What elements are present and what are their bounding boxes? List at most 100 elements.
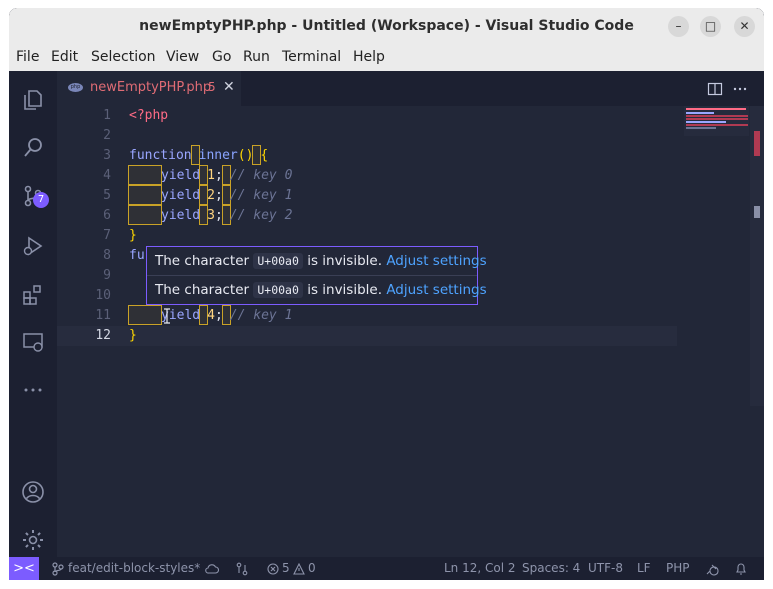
code-line: 1 <?php (57, 106, 677, 126)
comment: // key 0 (229, 168, 293, 183)
maximize-button[interactable]: □ (700, 16, 721, 37)
invisible-char-highlight (128, 305, 162, 325)
code-line: 5 yield 2; // key 1 (57, 185, 677, 206)
comment: // key 2 (229, 208, 293, 223)
code-line: 3 function inner() { (57, 145, 677, 166)
indentation[interactable]: Spaces: 4 (522, 561, 580, 575)
invisible-char-highlight (190, 145, 200, 165)
extensions-icon[interactable] (21, 283, 45, 307)
git-branch[interactable]: feat/edit-block-styles* (68, 561, 200, 575)
line-number: 8 (103, 248, 111, 263)
keyword-yield: yield (161, 208, 201, 223)
line-number: 10 (95, 288, 111, 303)
menu-selection[interactable]: Selection (91, 49, 156, 65)
line-number: 7 (103, 228, 111, 243)
feedback-icon[interactable] (705, 562, 719, 576)
end-of-line[interactable]: LF (637, 561, 651, 575)
activity-bar: 7 (9, 71, 57, 557)
minimize-button[interactable]: – (668, 16, 689, 37)
tab-label: newEmptyPHP.php (90, 80, 212, 95)
tab-problem-count: 5 (208, 80, 216, 94)
number: 4 (207, 308, 215, 323)
brace-close: } (129, 228, 137, 243)
remote-explorer-icon[interactable] (21, 330, 45, 354)
php-file-icon: php (68, 83, 83, 92)
invisible-character-hover: The character U+00a0 is invisible. Adjus… (146, 246, 487, 305)
menu-help[interactable]: Help (353, 49, 385, 65)
php-open-tag: <?php (129, 108, 169, 123)
code-line: 2 (57, 126, 677, 146)
branch-sync-icon[interactable] (235, 562, 249, 576)
number: 1 (207, 168, 215, 183)
hover-text: The character (155, 282, 250, 298)
window-title: newEmptyPHP.php - Untitled (Workspace) -… (139, 18, 634, 34)
minimap[interactable] (684, 106, 749, 136)
keyword-yield: yield (161, 168, 201, 183)
code-line: 11 yield 4;// key 1 (57, 305, 677, 326)
hover-message: The character U+00a0 is invisible. Adjus… (155, 279, 487, 301)
tab-newEmptyPHP[interactable]: php newEmptyPHP.php 5 ✕ (57, 71, 241, 106)
number: 2 (207, 188, 215, 203)
close-window-button[interactable]: ✕ (734, 16, 755, 37)
error-icon (267, 563, 279, 575)
hover-message: The character U+00a0 is invisible. Adjus… (155, 250, 487, 272)
adjust-settings-link[interactable]: Adjust settings (386, 282, 486, 298)
settings-gear-icon[interactable] (21, 528, 45, 552)
semicolon: ; (214, 308, 223, 323)
brace-open: { (260, 148, 269, 163)
menu-terminal[interactable]: Terminal (282, 49, 341, 65)
tab-bar: php newEmptyPHP.php 5 ✕ (57, 71, 764, 106)
scroll-thumb-marker (754, 206, 760, 218)
menu-go[interactable]: Go (212, 49, 231, 65)
search-icon[interactable] (21, 136, 45, 160)
line-number: 11 (95, 308, 111, 323)
semicolon: ; (214, 208, 223, 223)
title-bar: newEmptyPHP.php - Untitled (Workspace) -… (9, 8, 764, 45)
keyword-function-partial: fu (129, 248, 145, 263)
code-line-current: 12 } (57, 326, 677, 346)
invisible-char-highlight (128, 205, 162, 225)
text-cursor-icon (164, 308, 170, 324)
sync-cloud-icon[interactable] (205, 563, 219, 575)
vertical-scrollbar[interactable] (750, 106, 764, 406)
invisible-char-highlight (128, 165, 162, 185)
line-number: 1 (103, 108, 111, 123)
invisible-char-highlight (221, 205, 231, 225)
more-icon[interactable] (21, 378, 45, 402)
menu-view[interactable]: View (166, 49, 199, 65)
menu-bar: File Edit Selection View Go Run Terminal… (9, 45, 764, 71)
vscode-window: newEmptyPHP.php - Untitled (Workspace) -… (9, 8, 764, 580)
comment: // key 1 (229, 308, 293, 323)
split-editor-icon[interactable] (707, 81, 723, 97)
scm-count-badge: 7 (33, 192, 49, 208)
line-number: 12 (95, 328, 111, 343)
line-number: 2 (103, 128, 111, 143)
run-debug-icon[interactable] (21, 234, 45, 258)
semicolon: ; (214, 188, 223, 203)
warning-icon (293, 563, 305, 575)
menu-edit[interactable]: Edit (51, 49, 78, 65)
notifications-bell-icon[interactable] (735, 562, 747, 576)
hover-text: The character (155, 253, 250, 269)
warning-count[interactable]: 0 (308, 561, 316, 575)
adjust-settings-link[interactable]: Adjust settings (386, 253, 486, 269)
encoding[interactable]: UTF-8 (588, 561, 623, 575)
line-number: 6 (103, 208, 111, 223)
parens: () (237, 148, 254, 163)
hover-divider (147, 275, 477, 276)
unicode-codepoint: U+00a0 (253, 282, 303, 298)
code-editor[interactable]: 1 <?php 2 3 function inner() { 4 yield 1; //… (57, 106, 764, 557)
unicode-codepoint: U+00a0 (253, 253, 303, 269)
more-actions-icon[interactable] (732, 81, 748, 97)
account-icon[interactable] (21, 480, 45, 504)
menu-file[interactable]: File (16, 49, 39, 65)
language-mode[interactable]: PHP (666, 561, 690, 575)
menu-run[interactable]: Run (243, 49, 270, 65)
scroll-error-marker (754, 131, 760, 156)
tab-close-icon[interactable]: ✕ (223, 79, 235, 95)
remote-indicator[interactable]: >< (9, 557, 39, 580)
keyword-function: function (129, 148, 192, 163)
explorer-icon[interactable] (21, 88, 45, 112)
cursor-position[interactable]: Ln 12, Col 2 (444, 561, 516, 575)
error-count[interactable]: 5 (282, 561, 290, 575)
